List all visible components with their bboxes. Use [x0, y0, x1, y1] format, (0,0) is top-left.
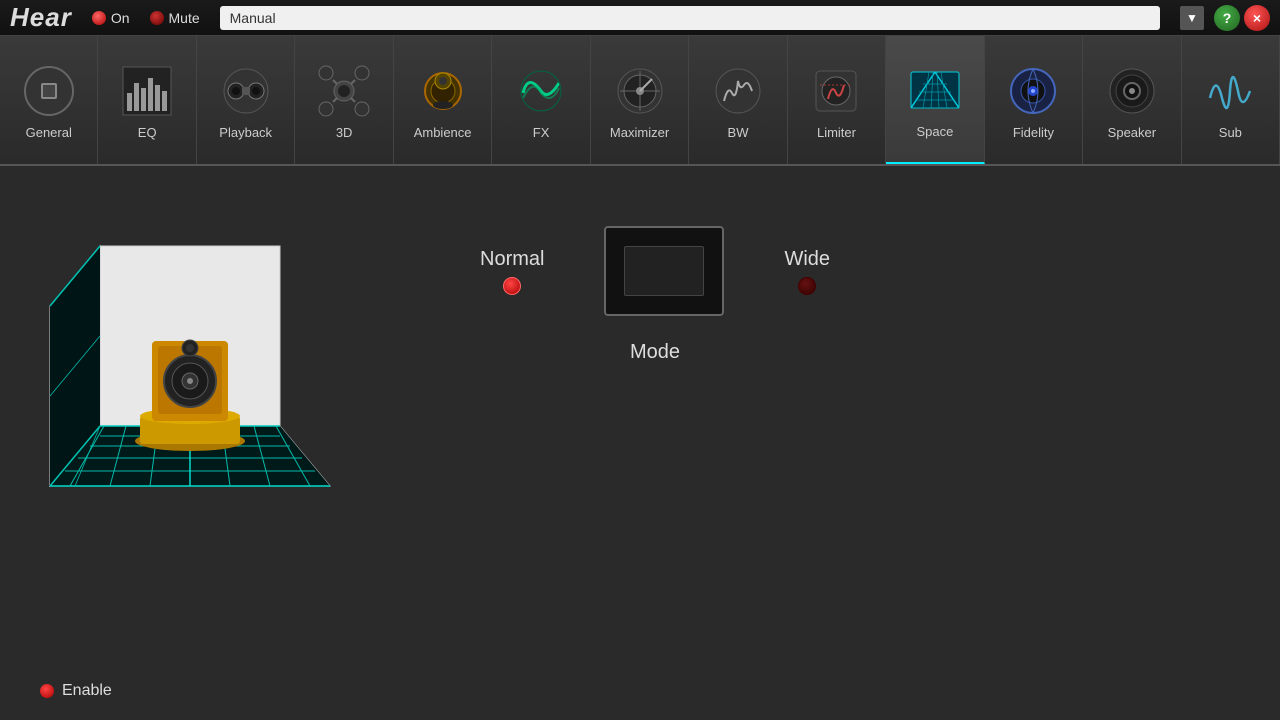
- tab-fidelity-label: Fidelity: [1013, 125, 1054, 140]
- limiter-icon: [806, 61, 866, 121]
- bw-icon: [708, 61, 768, 121]
- mode-display-inner: [624, 246, 704, 296]
- wide-mode-option[interactable]: Wide: [784, 248, 830, 295]
- mute-indicator: [150, 11, 164, 25]
- wide-mode-indicator: [798, 277, 816, 295]
- tab-sub-label: Sub: [1219, 125, 1242, 140]
- tab-fidelity[interactable]: Fidelity: [985, 36, 1083, 164]
- mute-label: Mute: [169, 10, 200, 26]
- eq-icon: [117, 61, 177, 121]
- on-button[interactable]: On: [92, 10, 130, 26]
- tab-playback-label: Playback: [219, 125, 272, 140]
- maximizer-icon: [610, 61, 670, 121]
- tab-playback[interactable]: Playback: [197, 36, 295, 164]
- app-title: Hear: [10, 2, 72, 33]
- enable-section[interactable]: Enable: [40, 682, 112, 700]
- speaker-icon: [1102, 61, 1162, 121]
- sub-icon: [1200, 61, 1260, 121]
- on-indicator: [92, 11, 106, 25]
- tab-general[interactable]: General: [0, 36, 98, 164]
- normal-mode-option[interactable]: Normal: [480, 248, 544, 295]
- mode-options-row: Normal Wide: [480, 226, 830, 316]
- tab-eq-label: EQ: [138, 125, 157, 140]
- tab-ambience-label: Ambience: [414, 125, 472, 140]
- tab-bw[interactable]: BW: [689, 36, 787, 164]
- tab-space-label: Space: [917, 124, 954, 139]
- normal-mode-indicator: [503, 277, 521, 295]
- close-button[interactable]: ×: [1244, 5, 1270, 31]
- tab-bw-label: BW: [728, 125, 749, 140]
- mode-controls: Normal Wide Mode: [480, 226, 830, 364]
- profile-value: Manual: [230, 10, 276, 26]
- tab-maximizer-label: Maximizer: [610, 125, 669, 140]
- room-visualization: [40, 226, 340, 506]
- tab-fx[interactable]: FX: [492, 36, 590, 164]
- main-content: Normal Wide Mode Enable: [0, 166, 1280, 720]
- 3d-icon: [314, 61, 374, 121]
- header: Hear On Mute Manual ▼ ? ×: [0, 0, 1280, 36]
- tab-speaker[interactable]: Speaker: [1083, 36, 1181, 164]
- tab-limiter-label: Limiter: [817, 125, 856, 140]
- tab-ambience[interactable]: Ambience: [394, 36, 492, 164]
- tab-bar: General EQ: [0, 36, 1280, 166]
- playback-icon: [216, 61, 276, 121]
- fx-icon: [511, 61, 571, 121]
- mode-bottom-label: Mode: [630, 341, 680, 364]
- mode-display-box: [604, 226, 724, 316]
- general-icon: [19, 61, 79, 121]
- normal-mode-label: Normal: [480, 248, 544, 271]
- tab-eq[interactable]: EQ: [98, 36, 196, 164]
- enable-label: Enable: [62, 682, 112, 700]
- tab-space[interactable]: Space: [886, 36, 984, 164]
- tab-3d-label: 3D: [336, 125, 353, 140]
- enable-indicator: [40, 684, 54, 698]
- space-icon: [905, 60, 965, 120]
- tab-maximizer[interactable]: Maximizer: [591, 36, 689, 164]
- tab-general-label: General: [26, 125, 72, 140]
- tab-speaker-label: Speaker: [1108, 125, 1156, 140]
- on-label: On: [111, 10, 130, 26]
- fidelity-icon: [1003, 61, 1063, 121]
- help-button[interactable]: ?: [1214, 5, 1240, 31]
- tab-fx-label: FX: [533, 125, 550, 140]
- ambience-icon: [413, 61, 473, 121]
- tab-3d[interactable]: 3D: [295, 36, 393, 164]
- mute-button[interactable]: Mute: [150, 10, 200, 26]
- profile-selector[interactable]: Manual: [220, 6, 1160, 30]
- tab-limiter[interactable]: Limiter: [788, 36, 886, 164]
- wide-mode-label: Wide: [784, 248, 830, 271]
- profile-dropdown-arrow[interactable]: ▼: [1180, 6, 1204, 30]
- window-controls: ? ×: [1214, 5, 1270, 31]
- tab-sub[interactable]: Sub: [1182, 36, 1280, 164]
